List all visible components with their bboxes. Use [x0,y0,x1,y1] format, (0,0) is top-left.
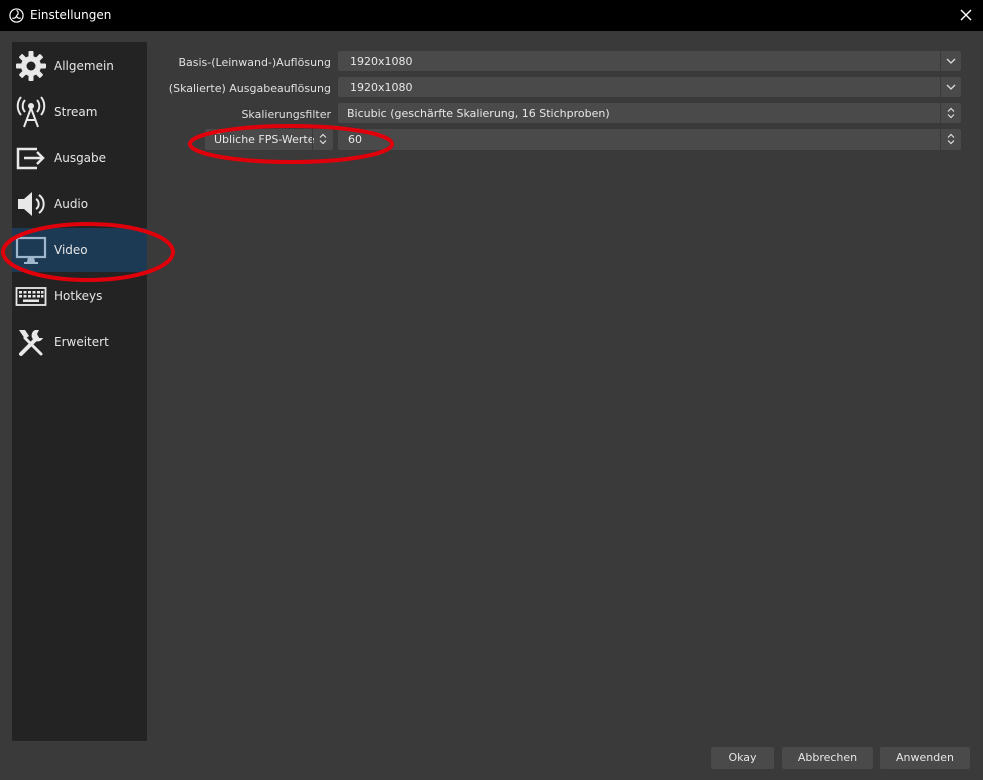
sidebar-item-label: Allgemein [54,59,114,73]
close-icon[interactable] [957,6,975,24]
sidebar-item-label: Stream [54,105,98,119]
fps-value-select[interactable]: 60 [338,129,961,150]
sidebar-item-stream[interactable]: Stream [12,90,147,134]
select-arrows-button[interactable] [940,129,961,150]
sidebar-item-allgemein[interactable]: Allgemein [12,44,147,88]
sidebar-item-label: Audio [54,197,89,211]
settings-sidebar: Allgemein Stream Ausgabe Audio Video Hot… [12,42,147,741]
fps-type-value: Übliche FPS-Werte [214,133,315,146]
downscale-filter-value: Bicubic (geschärfte Skalierung, 16 Stich… [347,107,610,120]
chevron-down-icon [946,58,956,64]
gear-icon [16,51,46,81]
dropdown-button[interactable] [940,77,961,97]
monitor-icon [15,236,47,264]
title-bar: Einstellungen [0,0,983,31]
obs-logo-icon [9,8,24,23]
downscale-filter-label: Skalierungsfilter [241,108,331,121]
fps-value: 60 [348,133,362,146]
chevron-down-icon [946,84,956,90]
apply-button[interactable]: Anwenden [880,747,970,769]
base-resolution-combo[interactable]: 1920x1080 [338,51,961,71]
output-resolution-value: 1920x1080 [350,81,413,94]
sidebar-item-ausgabe[interactable]: Ausgabe [12,136,147,180]
sidebar-item-label: Ausgabe [54,151,107,165]
base-resolution-value: 1920x1080 [350,55,413,68]
output-resolution-combo[interactable]: 1920x1080 [338,77,961,97]
base-resolution-label: Basis-(Leinwand-)Auflösung [178,56,331,69]
fps-type-select[interactable]: Übliche FPS-Werte [205,129,333,150]
dropdown-button[interactable] [940,51,961,71]
speaker-icon [18,192,45,216]
downscale-filter-select[interactable]: Bicubic (geschärfte Skalierung, 16 Stich… [338,103,961,123]
output-resolution-label: (Skalierte) Ausgabeauflösung [168,82,331,95]
sidebar-item-label: Erweitert [54,335,109,349]
sidebar-item-video[interactable]: Video [12,228,147,272]
select-arrows-button[interactable] [312,129,333,150]
tools-icon [19,330,43,356]
cancel-button[interactable]: Abbrechen [782,747,873,769]
keyboard-icon [15,287,47,306]
updown-arrows-icon [947,107,955,119]
sidebar-item-hotkeys[interactable]: Hotkeys [12,274,147,318]
ok-button[interactable]: Okay [711,747,774,769]
sidebar-item-label: Hotkeys [54,289,103,303]
sidebar-item-erweitert[interactable]: Erweitert [12,320,147,364]
select-arrows-button[interactable] [940,103,961,123]
output-arrow-icon [16,147,45,170]
broadcast-tower-icon [16,96,46,128]
updown-arrows-icon [319,133,327,145]
updown-arrows-icon [947,133,955,145]
sidebar-item-audio[interactable]: Audio [12,182,147,226]
window-title: Einstellungen [30,8,112,22]
sidebar-item-label: Video [54,243,88,257]
